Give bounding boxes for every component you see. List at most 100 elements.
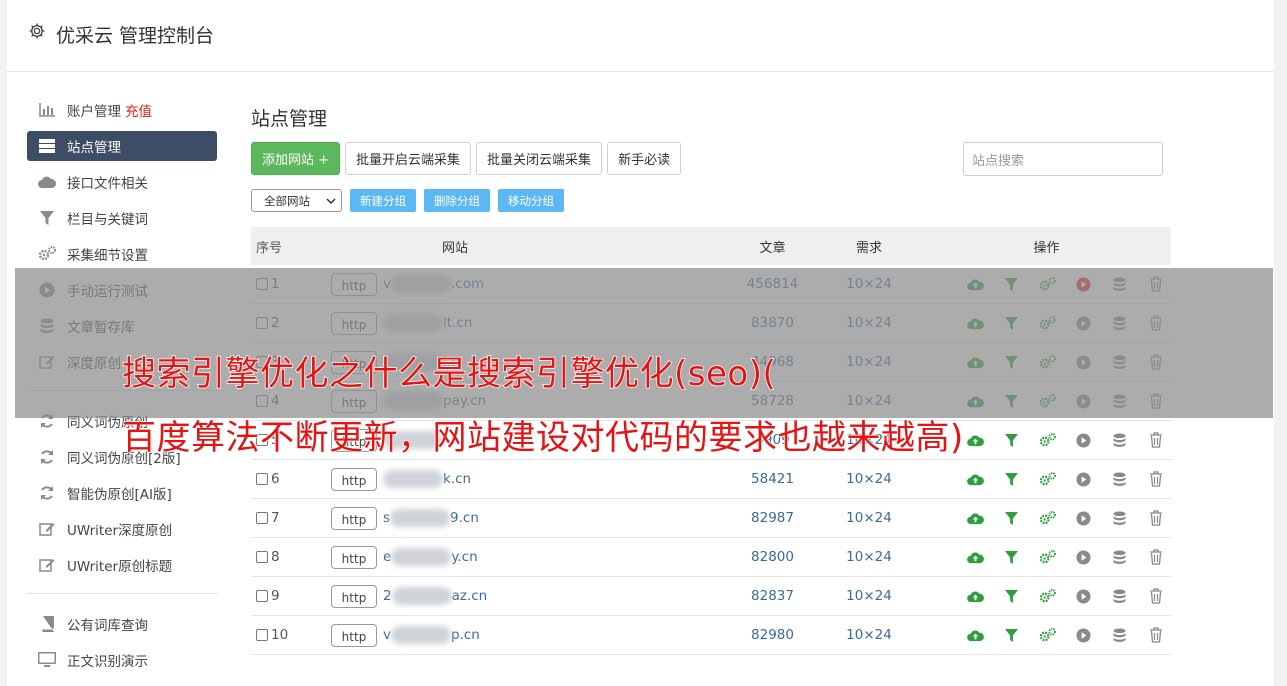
- cloud-upload-icon[interactable]: [967, 471, 984, 488]
- database-icon[interactable]: [1111, 588, 1128, 605]
- site-domain-link[interactable]: e y.cn: [383, 548, 478, 566]
- sidebar-item-items-4[interactable]: 采集细节设置: [27, 236, 217, 272]
- row-checkbox[interactable]: [256, 629, 268, 641]
- sidebar-item-items-3[interactable]: 栏目与关键词: [27, 200, 217, 236]
- requirement-value[interactable]: 10×24: [814, 627, 924, 643]
- filter-icon[interactable]: [1003, 588, 1020, 605]
- app-title: 优采云 管理控制台: [56, 25, 215, 47]
- chevron-down-icon: [326, 197, 336, 204]
- play-icon[interactable]: [1075, 471, 1092, 488]
- cloud-upload-icon[interactable]: [967, 588, 984, 605]
- article-count[interactable]: 82837: [731, 588, 814, 604]
- site-domain-link[interactable]: s 9.cn: [383, 509, 479, 527]
- filter-icon[interactable]: [1003, 627, 1020, 644]
- database-icon[interactable]: [1111, 549, 1128, 566]
- cogs-icon[interactable]: [1039, 627, 1056, 644]
- trash-icon[interactable]: [1147, 432, 1164, 449]
- play-icon[interactable]: [1075, 510, 1092, 527]
- site-filter-select[interactable]: 全部网站: [251, 189, 342, 212]
- sidebar-item-items-1[interactable]: 站点管理: [27, 131, 217, 161]
- play-icon[interactable]: [1075, 588, 1092, 605]
- database-icon[interactable]: [1111, 627, 1128, 644]
- article-count[interactable]: 82980: [731, 627, 814, 643]
- table-row: 8 http e y.cn 82800 10×24: [251, 538, 1171, 577]
- sidebar-item-items2-3[interactable]: UWriter深度原创: [27, 511, 217, 547]
- cogs-icon[interactable]: [1039, 549, 1056, 566]
- refresh-icon: [37, 485, 57, 501]
- protocol-badge: http: [331, 623, 377, 647]
- sidebar-item-items-0[interactable]: 账户管理 充值: [27, 92, 217, 128]
- sidebar-item-items3-0[interactable]: 公有词库查询: [27, 606, 217, 642]
- domain-suffix: az.cn: [451, 588, 488, 604]
- sidebar-item-items-2[interactable]: 接口文件相关: [27, 164, 217, 200]
- article-count[interactable]: 58421: [731, 471, 814, 487]
- site-filter-value: 全部网站: [264, 193, 310, 208]
- recharge-link[interactable]: 充值: [125, 100, 152, 120]
- guide-button[interactable]: 新手必读: [607, 142, 682, 175]
- new-group-button[interactable]: 新建分组: [350, 189, 416, 212]
- sidebar-item-label: 接口文件相关: [67, 176, 148, 192]
- article-count[interactable]: 82987: [731, 510, 814, 526]
- requirement-value[interactable]: 10×24: [814, 588, 924, 604]
- row-checkbox[interactable]: [256, 473, 268, 485]
- filter-icon[interactable]: [1003, 432, 1020, 449]
- cogs-icon[interactable]: [1039, 471, 1056, 488]
- refresh-icon: [37, 449, 57, 465]
- row-number: 7: [271, 510, 280, 526]
- cogs-icon[interactable]: [1039, 510, 1056, 527]
- row-checkbox[interactable]: [256, 590, 268, 602]
- sidebar-item-label: UWriter原创标题: [67, 559, 173, 575]
- trash-icon[interactable]: [1147, 627, 1164, 644]
- sidebar-divider: [27, 593, 217, 594]
- site-cell: http k.cn: [329, 467, 731, 491]
- cogs-icon[interactable]: [1039, 432, 1056, 449]
- cloud-upload-icon[interactable]: [967, 627, 984, 644]
- row-actions: [924, 471, 1169, 488]
- col-articles: 文章: [759, 240, 786, 256]
- site-domain-link[interactable]: v p.cn: [383, 626, 480, 644]
- toolbar: 添加网站 + 批量开启云端采集 批量关闭云端采集 新手必读: [251, 142, 682, 175]
- cloud-upload-icon[interactable]: [967, 549, 984, 566]
- cloud-upload-icon[interactable]: [967, 432, 984, 449]
- row-checkbox[interactable]: [256, 551, 268, 563]
- filter-icon[interactable]: [1003, 549, 1020, 566]
- article-count[interactable]: 82800: [731, 549, 814, 565]
- requirement-value[interactable]: 10×24: [814, 549, 924, 565]
- database-icon[interactable]: [1111, 471, 1128, 488]
- delete-group-button[interactable]: 删除分组: [424, 189, 490, 212]
- database-icon[interactable]: [1111, 432, 1128, 449]
- sidebar-item-items3-1[interactable]: 正文识别演示: [27, 642, 217, 678]
- server-icon: [37, 138, 57, 154]
- trash-icon[interactable]: [1147, 510, 1164, 527]
- requirement-value[interactable]: 10×24: [814, 510, 924, 526]
- add-site-button[interactable]: 添加网站 +: [251, 142, 341, 175]
- sidebar-item-items2-4[interactable]: UWriter原创标题: [27, 547, 217, 583]
- trash-icon[interactable]: [1147, 471, 1164, 488]
- row-checkbox[interactable]: [256, 512, 268, 524]
- sidebar-item-items2-2[interactable]: 智能伪原创[AI版]: [27, 475, 217, 511]
- filter-icon: [37, 210, 57, 226]
- row-number-cell: 7: [251, 510, 329, 526]
- site-cell: http s 9.cn: [329, 506, 731, 530]
- site-search-input[interactable]: 站点搜索: [963, 142, 1163, 176]
- database-icon[interactable]: [1111, 510, 1128, 527]
- sidebar-item-label: 采集细节设置: [67, 248, 148, 264]
- site-domain-link[interactable]: k.cn: [383, 470, 471, 488]
- batch-open-button[interactable]: 批量开启云端采集: [345, 142, 472, 175]
- trash-icon[interactable]: [1147, 588, 1164, 605]
- col-site-label: 网站: [441, 240, 468, 256]
- requirement-value[interactable]: 10×24: [814, 471, 924, 487]
- cloud-upload-icon[interactable]: [967, 510, 984, 527]
- site-cell: http v p.cn: [329, 623, 731, 647]
- row-number: 10: [271, 627, 289, 643]
- batch-close-button[interactable]: 批量关闭云端采集: [476, 142, 603, 175]
- trash-icon[interactable]: [1147, 549, 1164, 566]
- site-domain-link[interactable]: 2 az.cn: [383, 587, 487, 605]
- play-icon[interactable]: [1075, 432, 1092, 449]
- cogs-icon[interactable]: [1039, 588, 1056, 605]
- play-icon[interactable]: [1075, 549, 1092, 566]
- filter-icon[interactable]: [1003, 471, 1020, 488]
- play-icon[interactable]: [1075, 627, 1092, 644]
- filter-icon[interactable]: [1003, 510, 1020, 527]
- move-group-button[interactable]: 移动分组: [498, 189, 564, 212]
